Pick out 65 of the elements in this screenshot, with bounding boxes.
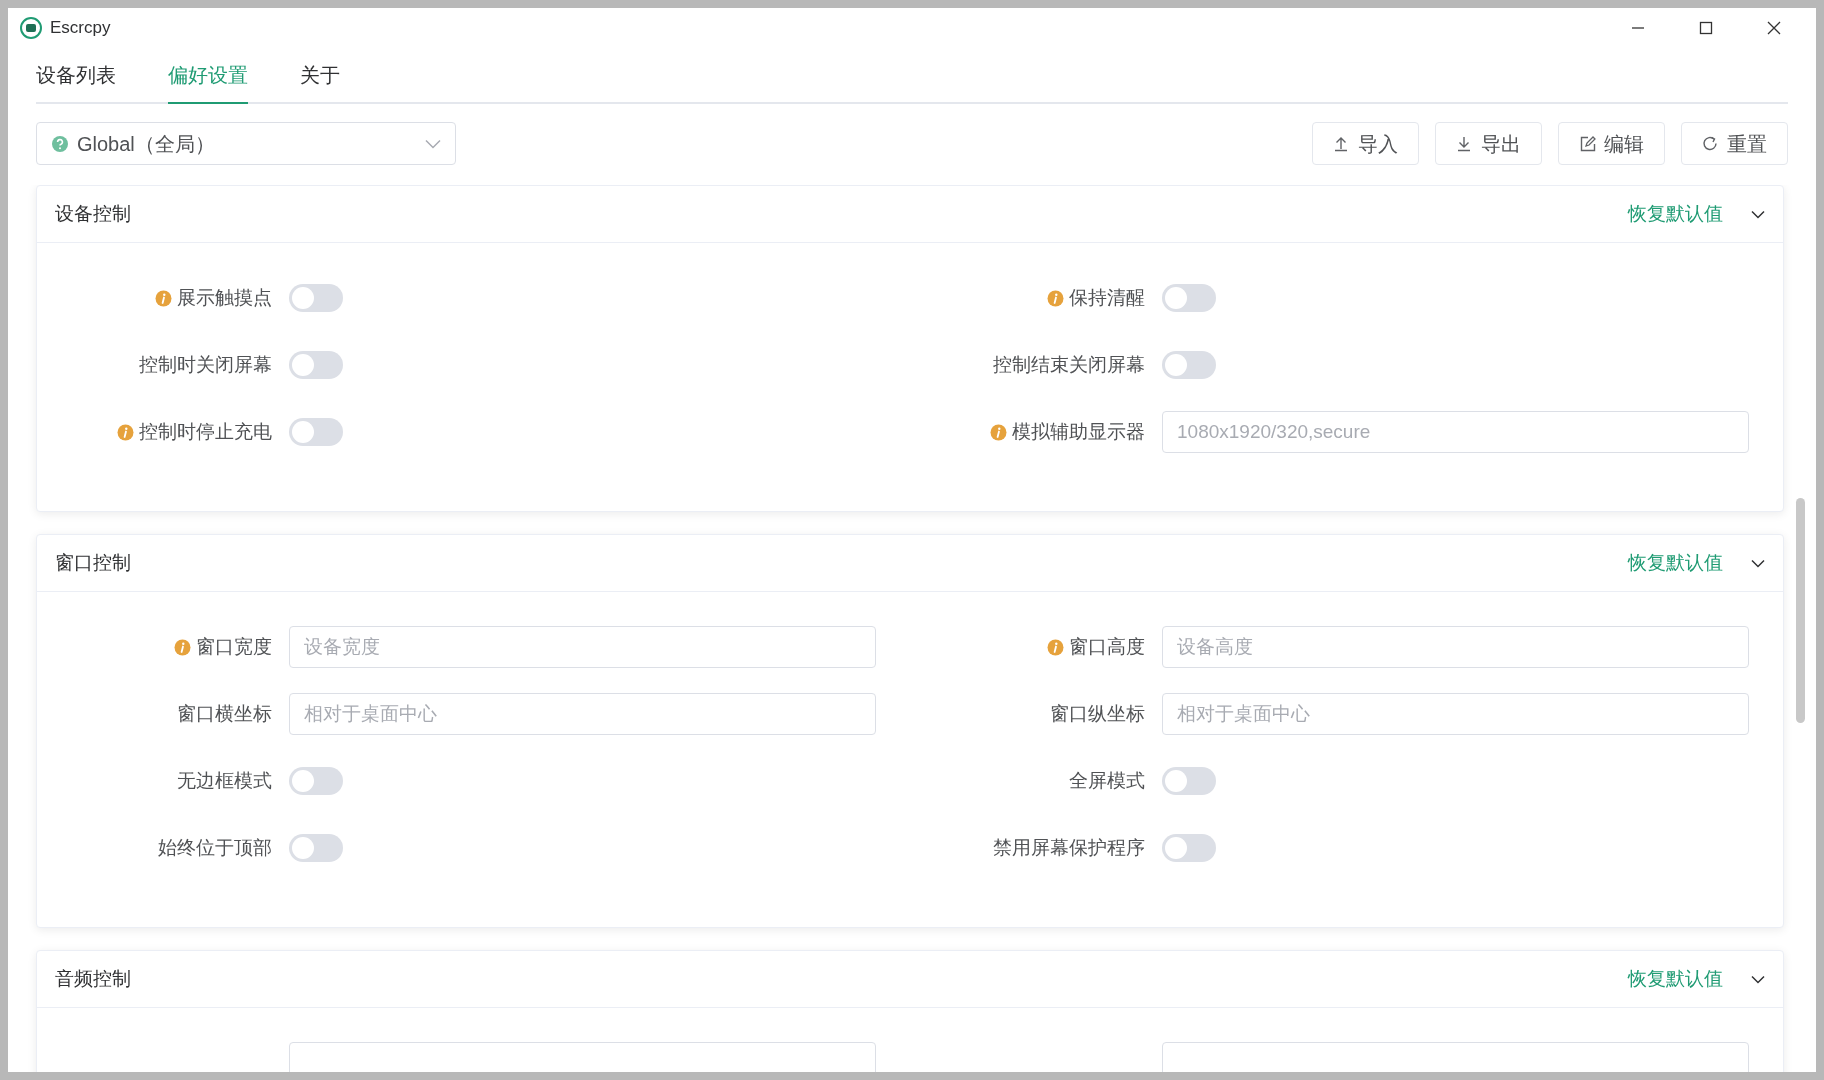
field-label: 保持清醒 — [1069, 285, 1145, 310]
input-field[interactable] — [1162, 1042, 1749, 1072]
field-label: 窗口横坐标 — [177, 701, 272, 726]
info-icon — [1047, 638, 1064, 656]
reset-button[interactable]: 重置 — [1681, 122, 1788, 165]
toggle-switch[interactable] — [1162, 767, 1216, 795]
toggle-switch[interactable] — [289, 418, 343, 446]
input-field[interactable]: 相对于桌面中心 — [289, 693, 876, 735]
field-label: 控制结束关闭屏幕 — [993, 352, 1145, 377]
chevron-down-icon — [425, 138, 441, 149]
section-title: 窗口控制 — [55, 550, 132, 575]
toggle-switch[interactable] — [1162, 351, 1216, 379]
input-field[interactable] — [289, 1042, 876, 1072]
input-field[interactable]: 设备宽度 — [289, 626, 876, 668]
tab[interactable]: 关于 — [300, 56, 340, 104]
field-label: 展示触摸点 — [177, 285, 272, 310]
toggle-switch[interactable] — [289, 767, 343, 795]
reset-defaults-link[interactable]: 恢复默认值 — [1628, 199, 1723, 229]
toggle-switch[interactable] — [1162, 284, 1216, 312]
maximize-icon[interactable] — [1698, 20, 1714, 36]
scope-select[interactable]: Global（全局） — [36, 122, 456, 165]
field-label: 窗口纵坐标 — [1050, 701, 1145, 726]
info-icon — [155, 289, 172, 307]
field-label: 全屏模式 — [1069, 768, 1145, 793]
window-title: Escrcpy — [50, 17, 111, 40]
toggle-switch[interactable] — [289, 834, 343, 862]
upload-icon — [1333, 135, 1350, 152]
field-label: 禁用屏幕保护程序 — [993, 835, 1145, 860]
edit-icon — [1579, 135, 1596, 152]
toggle-switch[interactable] — [1162, 834, 1216, 862]
field-label: 窗口高度 — [1069, 634, 1145, 659]
input-field[interactable]: 设备高度 — [1162, 626, 1749, 668]
help-icon — [51, 134, 69, 153]
reset-defaults-link[interactable]: 恢复默认值 — [1628, 964, 1723, 994]
field-label: 窗口宽度 — [196, 634, 272, 659]
field-label: 始终位于顶部 — [158, 835, 272, 860]
import-button[interactable]: 导入 — [1312, 122, 1419, 165]
chevron-down-icon — [1751, 558, 1765, 568]
edit-button[interactable]: 编辑 — [1558, 122, 1665, 165]
toggle-switch[interactable] — [289, 284, 343, 312]
refresh-icon — [1702, 135, 1719, 152]
field-label: 模拟辅助显示器 — [1012, 419, 1145, 444]
download-icon — [1456, 135, 1473, 152]
field-label: 无边框模式 — [177, 768, 272, 793]
section-title: 音频控制 — [55, 966, 132, 991]
export-button[interactable]: 导出 — [1435, 122, 1542, 165]
chevron-down-icon — [1751, 974, 1765, 984]
tab[interactable]: 偏好设置 — [168, 56, 248, 104]
reset-defaults-link[interactable]: 恢复默认值 — [1628, 548, 1723, 578]
input-field[interactable]: 1080x1920/320,secure — [1162, 411, 1749, 453]
field-label: 控制时停止充电 — [139, 419, 272, 444]
chevron-down-icon — [1751, 209, 1765, 219]
tab[interactable]: 设备列表 — [36, 56, 116, 104]
close-icon[interactable] — [1766, 20, 1782, 36]
info-icon — [990, 423, 1007, 441]
info-icon — [117, 423, 134, 441]
section-title: 设备控制 — [55, 201, 132, 226]
toggle-switch[interactable] — [289, 351, 343, 379]
select-value: Global（全局） — [77, 131, 216, 157]
input-field[interactable]: 相对于桌面中心 — [1162, 693, 1749, 735]
field-label: 控制时关闭屏幕 — [139, 352, 272, 377]
info-icon — [174, 638, 191, 656]
info-icon — [1047, 289, 1064, 307]
app-logo-icon — [20, 17, 42, 39]
scrollbar-thumb[interactable] — [1796, 498, 1805, 723]
